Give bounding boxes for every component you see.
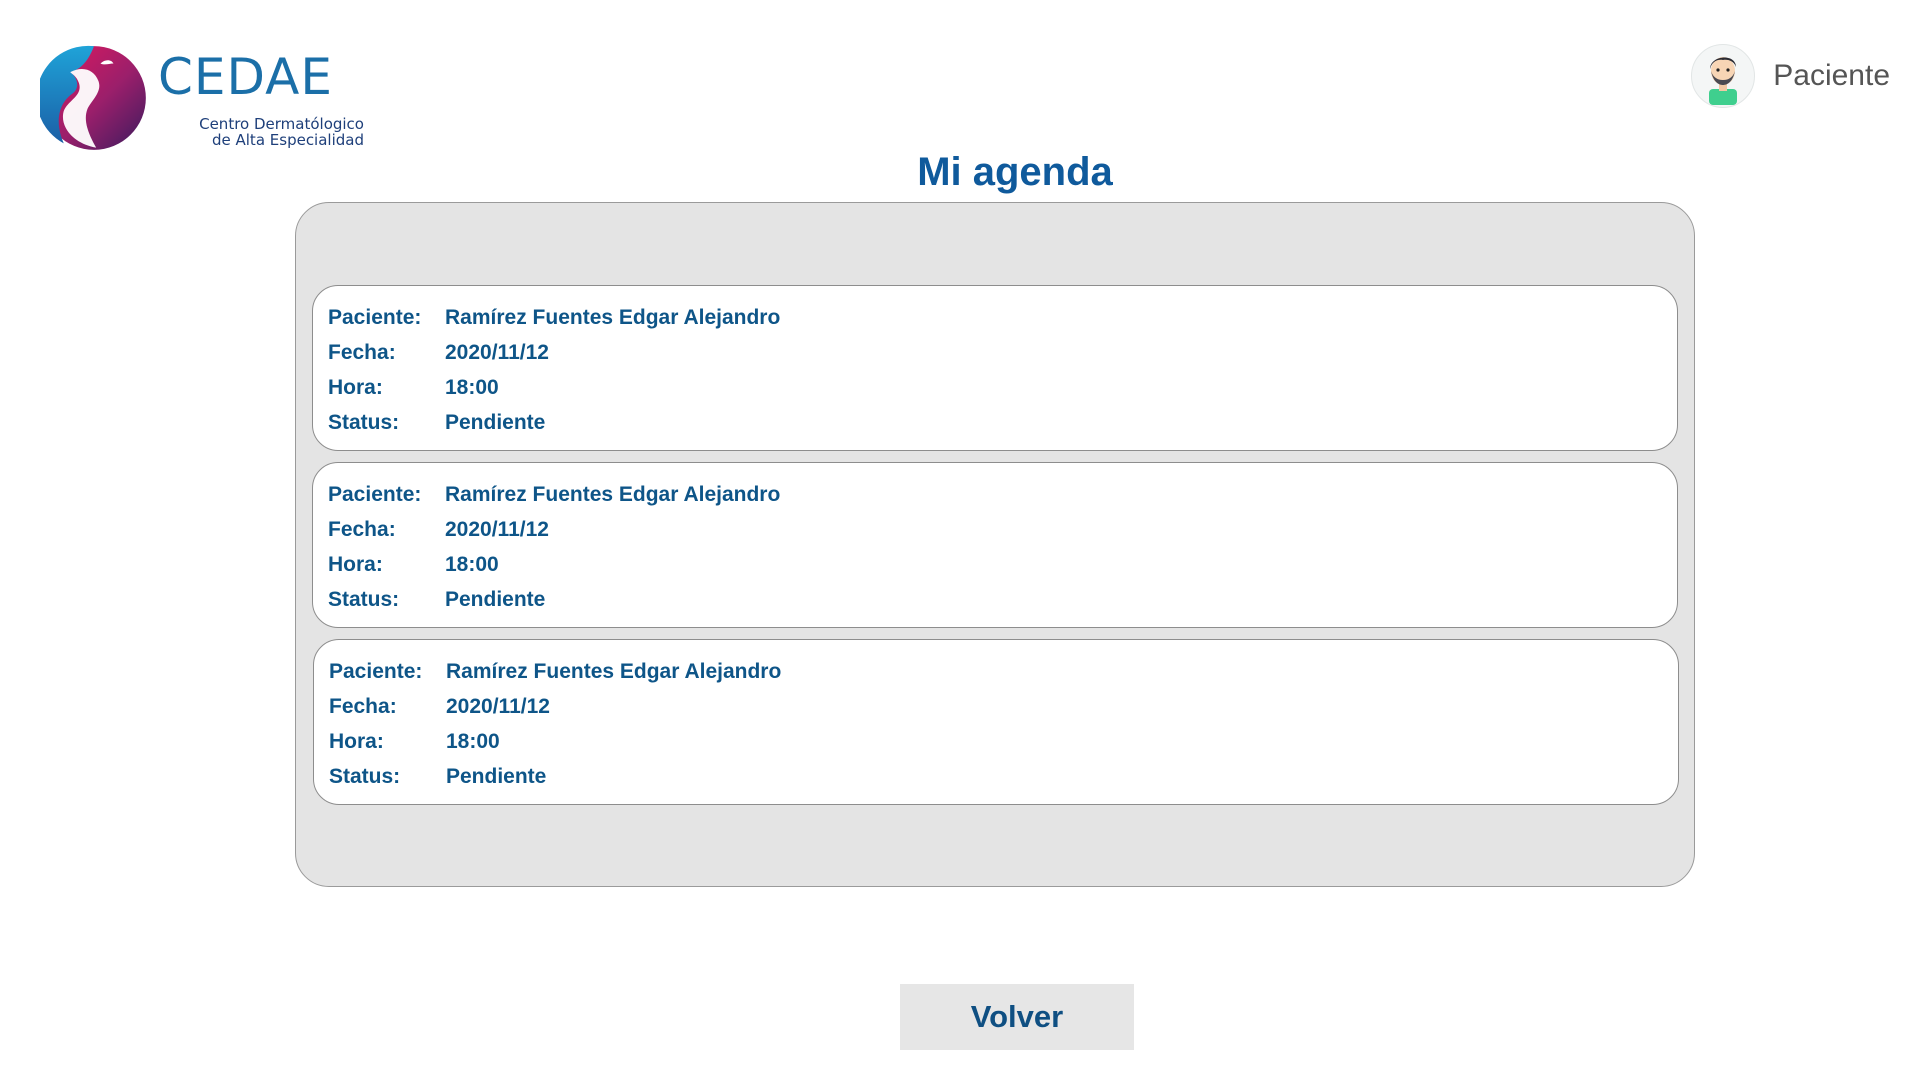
date-label: Fecha: — [329, 694, 397, 718]
cedae-logo-mark — [40, 45, 146, 150]
appointment-patient-row: Paciente: Ramírez Fuentes Edgar Alejandr… — [328, 477, 1677, 512]
time-value: 18:00 — [445, 375, 499, 399]
user-menu[interactable]: Paciente — [1691, 44, 1890, 108]
patient-value: Ramírez Fuentes Edgar Alejandro — [445, 305, 781, 329]
back-button[interactable]: Volver — [900, 984, 1134, 1050]
appointment-card[interactable]: Paciente: Ramírez Fuentes Edgar Alejandr… — [313, 639, 1679, 805]
date-value: 2020/11/12 — [445, 340, 549, 364]
appointment-date-row: Fecha: 2020/11/12 — [329, 689, 1678, 724]
appointment-card[interactable]: Paciente: Ramírez Fuentes Edgar Alejandr… — [312, 285, 1678, 451]
status-value: Pendiente — [446, 764, 547, 788]
date-label: Fecha: — [328, 340, 396, 364]
logo-subtitle: Centro Dermatólogico de Alta Especialida… — [150, 116, 364, 148]
page-title: Mi agenda — [917, 150, 1113, 194]
appointment-status-row: Status: Pendiente — [329, 759, 1678, 794]
time-label: Hora: — [328, 375, 383, 399]
time-label: Hora: — [328, 552, 383, 576]
avatar-illustration — [1709, 57, 1738, 105]
appointment-time-row: Hora: 18:00 — [328, 370, 1677, 405]
appointment-patient-row: Paciente: Ramírez Fuentes Edgar Alejandr… — [328, 300, 1677, 335]
time-value: 18:00 — [446, 729, 500, 753]
appointment-status-row: Status: Pendiente — [328, 405, 1677, 440]
appointment-date-row: Fecha: 2020/11/12 — [328, 512, 1677, 547]
patient-label: Paciente: — [328, 482, 422, 506]
date-value: 2020/11/12 — [445, 517, 549, 541]
status-value: Pendiente — [445, 410, 546, 434]
page: CEDAE Centro Dermatólogico de Alta Espec… — [0, 0, 1920, 1080]
patient-label: Paciente: — [329, 659, 423, 683]
status-value: Pendiente — [445, 587, 546, 611]
status-label: Status: — [329, 764, 401, 788]
patient-value: Ramírez Fuentes Edgar Alejandro — [446, 659, 782, 683]
patient-value: Ramírez Fuentes Edgar Alejandro — [445, 482, 781, 506]
logo-subtitle-line-1: Centro Dermatólogico — [199, 115, 364, 133]
status-label: Status: — [328, 587, 400, 611]
user-role-label: Paciente — [1773, 59, 1890, 92]
date-label: Fecha: — [328, 517, 396, 541]
appointment-date-row: Fecha: 2020/11/12 — [328, 335, 1677, 370]
patient-label: Paciente: — [328, 305, 422, 329]
date-value: 2020/11/12 — [446, 694, 550, 718]
agenda-panel[interactable]: Paciente: Ramírez Fuentes Edgar Alejandr… — [295, 202, 1695, 887]
appointment-status-row: Status: Pendiente — [328, 582, 1677, 617]
appointment-time-row: Hora: 18:00 — [328, 547, 1677, 582]
logo-title: CEDAE — [158, 48, 333, 106]
time-label: Hora: — [329, 729, 384, 753]
cedae-logo[interactable]: CEDAE Centro Dermatólogico de Alta Espec… — [40, 44, 364, 154]
appointment-time-row: Hora: 18:00 — [329, 724, 1678, 759]
user-avatar-icon — [1691, 44, 1756, 108]
appointment-patient-row: Paciente: Ramírez Fuentes Edgar Alejandr… — [329, 654, 1678, 689]
time-value: 18:00 — [445, 552, 499, 576]
appointment-card[interactable]: Paciente: Ramírez Fuentes Edgar Alejandr… — [312, 462, 1678, 628]
status-label: Status: — [328, 410, 400, 434]
logo-subtitle-line-2: de Alta Especialidad — [211, 131, 364, 149]
